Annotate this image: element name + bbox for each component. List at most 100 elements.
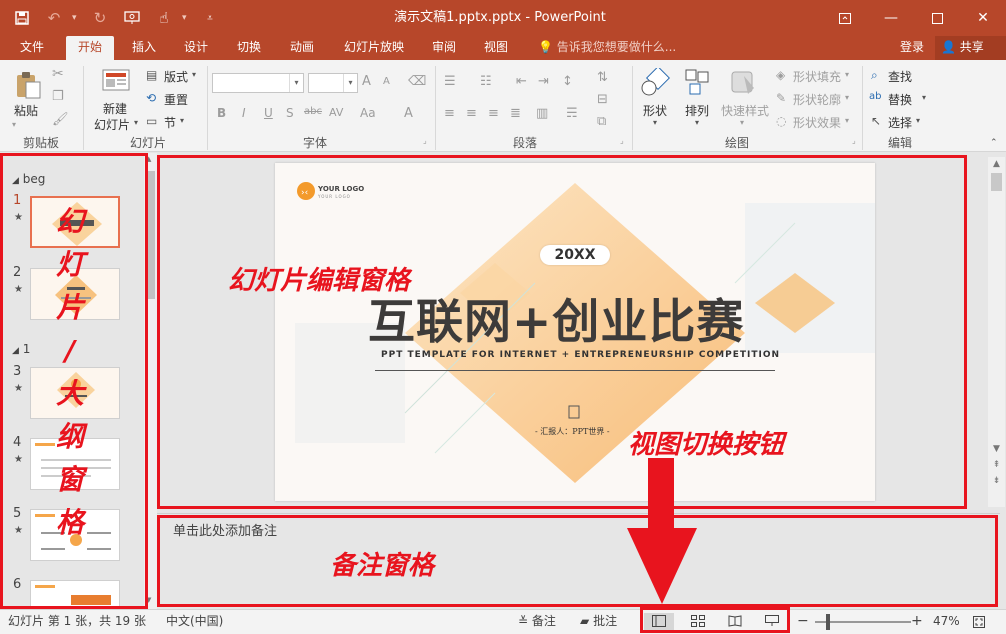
arrange-dropdown-icon[interactable]: ▾ xyxy=(695,118,699,127)
character-spacing-button[interactable]: AV xyxy=(329,106,343,119)
chevron-down-icon[interactable]: ▾ xyxy=(343,74,357,92)
font-name-combo[interactable]: ▾ xyxy=(212,73,304,93)
dialog-launcher-icon[interactable]: ⌟ xyxy=(620,136,624,145)
quick-styles-icon[interactable] xyxy=(728,68,758,98)
slide-subtitle[interactable]: PPT TEMPLATE FOR INTERNET + ENTREPRENEUR… xyxy=(381,350,780,360)
slide-reporter[interactable]: - 汇报人：PPT世界 - xyxy=(535,426,610,437)
reading-view-button[interactable] xyxy=(720,613,750,631)
collapse-triangle-icon[interactable]: ◢ xyxy=(12,346,19,356)
replace-dropdown-icon[interactable]: ▾ xyxy=(922,93,926,102)
tab-view[interactable]: 视图 xyxy=(476,36,516,60)
new-slide-label-1[interactable]: 新建 xyxy=(103,100,127,117)
tab-design[interactable]: 设计 xyxy=(176,36,216,60)
thumbnail-scrollbar[interactable]: ▲ ▼ xyxy=(144,153,157,610)
section-dropdown-icon[interactable]: ▾ xyxy=(180,116,184,125)
touch-mode-icon[interactable]: ☝ xyxy=(150,4,178,32)
clear-formatting-icon[interactable]: ⌫ xyxy=(408,74,426,89)
text-direction-icon[interactable]: ⇅ xyxy=(597,70,608,85)
scroll-up-icon[interactable]: ▲ xyxy=(146,155,151,163)
redo-icon[interactable]: ↻ xyxy=(86,4,114,32)
layout-icon[interactable]: ▤ xyxy=(146,68,157,82)
shapes-icon[interactable] xyxy=(640,65,671,98)
underline-button[interactable]: U xyxy=(264,106,273,120)
language-indicator[interactable]: 中文(中国) xyxy=(166,610,223,634)
italic-button[interactable]: I xyxy=(242,106,246,120)
select-dropdown-icon[interactable]: ▾ xyxy=(916,116,920,125)
strikethrough-button[interactable]: abc xyxy=(304,106,322,117)
normal-view-button[interactable] xyxy=(644,613,674,631)
collapse-triangle-icon[interactable]: ◢ xyxy=(12,176,19,186)
zoom-out-icon[interactable]: − xyxy=(797,610,809,634)
dialog-launcher-icon[interactable]: ⌟ xyxy=(852,136,856,145)
login-link[interactable]: 登录 xyxy=(900,36,924,60)
shape-outline-dropdown-icon[interactable]: ▾ xyxy=(845,93,849,102)
find-icon[interactable]: ⌕ xyxy=(871,68,878,83)
distribute-icon[interactable]: ☴ xyxy=(566,106,578,121)
tab-transitions[interactable]: 切换 xyxy=(229,36,269,60)
bold-button[interactable]: B xyxy=(217,106,226,120)
slide-title[interactable]: 互联网+创业比赛 xyxy=(368,283,744,352)
font-color-button[interactable]: A xyxy=(404,106,413,121)
tab-slideshow[interactable]: 幻灯片放映 xyxy=(336,36,412,60)
new-slide-icon[interactable] xyxy=(101,68,131,94)
font-size-combo[interactable]: ▾ xyxy=(308,73,358,93)
comments-toggle[interactable]: ▰ 批注 xyxy=(580,610,617,634)
justify-icon[interactable]: ≣ xyxy=(510,106,521,121)
align-right-icon[interactable]: ≡ xyxy=(488,106,499,121)
new-slide-dropdown-icon[interactable]: ▾ xyxy=(134,118,138,127)
section-button[interactable]: 节 xyxy=(164,114,176,131)
smartart-icon[interactable]: ⧉ xyxy=(597,114,606,129)
shrink-font-button[interactable]: A xyxy=(383,76,390,87)
editor-scrollbar[interactable]: ▲ ▼ ⇞ ⇟ xyxy=(988,157,1005,507)
find-button[interactable]: 查找 xyxy=(888,68,912,85)
fit-to-window-icon[interactable] xyxy=(973,610,985,634)
chevron-down-icon[interactable]: ▾ xyxy=(289,74,303,92)
section-header-1[interactable]: ◢ 1 xyxy=(12,342,30,356)
tab-file[interactable]: 文件 xyxy=(10,36,54,60)
bullets-icon[interactable]: ☰ xyxy=(444,74,456,89)
replace-button[interactable]: 替换 xyxy=(888,91,912,108)
zoom-level[interactable]: 47% xyxy=(933,610,960,634)
layout-button[interactable]: 版式 xyxy=(164,68,188,85)
slideshow-button[interactable] xyxy=(757,613,787,631)
change-case-button[interactable]: Aa xyxy=(360,106,376,120)
shadow-button[interactable]: S xyxy=(286,106,294,120)
paste-label[interactable]: 粘贴 xyxy=(14,102,38,119)
slide-sorter-button[interactable] xyxy=(683,613,713,631)
scroll-up-icon[interactable]: ▲ xyxy=(988,159,1005,169)
align-text-icon[interactable]: ⊟ xyxy=(597,92,608,107)
paste-dropdown-icon[interactable]: ▾ xyxy=(12,120,16,129)
notes-toggle[interactable]: ≚ 备注 xyxy=(518,610,556,634)
slide-thumbnail[interactable] xyxy=(30,580,120,608)
shape-fill-icon[interactable]: ◈ xyxy=(776,68,785,82)
zoom-in-icon[interactable]: + xyxy=(911,610,923,634)
quick-styles-dropdown-icon[interactable]: ▾ xyxy=(740,118,744,127)
shapes-dropdown-icon[interactable]: ▾ xyxy=(653,118,657,127)
reset-button[interactable]: 重置 xyxy=(164,91,188,108)
next-slide-icon[interactable]: ⇟ xyxy=(988,476,1005,486)
select-icon[interactable]: ↖ xyxy=(871,114,881,128)
ribbon-display-options-icon[interactable] xyxy=(822,0,868,36)
scroll-thumb[interactable] xyxy=(991,173,1002,191)
tab-animations[interactable]: 动画 xyxy=(282,36,322,60)
copy-icon[interactable]: ❐ xyxy=(52,89,64,104)
minimize-icon[interactable]: — xyxy=(868,0,914,36)
shape-effects-icon[interactable]: ◌ xyxy=(776,114,786,128)
format-painter-icon[interactable]: 🖌 xyxy=(52,112,69,127)
present-from-start-icon[interactable] xyxy=(118,4,146,32)
shape-fill-dropdown-icon[interactable]: ▾ xyxy=(845,70,849,79)
notes-placeholder[interactable]: 单击此处添加备注 xyxy=(173,520,277,539)
grow-font-button[interactable]: A xyxy=(362,74,371,89)
dialog-launcher-icon[interactable]: ⌟ xyxy=(423,136,427,145)
notes-pane[interactable] xyxy=(157,513,1000,607)
undo-icon[interactable]: ↶ xyxy=(40,4,68,32)
columns-icon[interactable]: ▥ xyxy=(536,106,548,121)
scroll-down-icon[interactable]: ▼ xyxy=(988,444,1005,454)
tab-insert[interactable]: 插入 xyxy=(124,36,164,60)
increase-indent-icon[interactable]: ⇥ xyxy=(538,74,549,89)
close-icon[interactable]: ✕ xyxy=(960,0,1006,36)
paste-icon[interactable] xyxy=(14,70,42,100)
layout-dropdown-icon[interactable]: ▾ xyxy=(192,70,196,79)
tab-home[interactable]: 开始 xyxy=(66,36,114,60)
section-header-beg[interactable]: ◢ beg xyxy=(12,172,45,186)
